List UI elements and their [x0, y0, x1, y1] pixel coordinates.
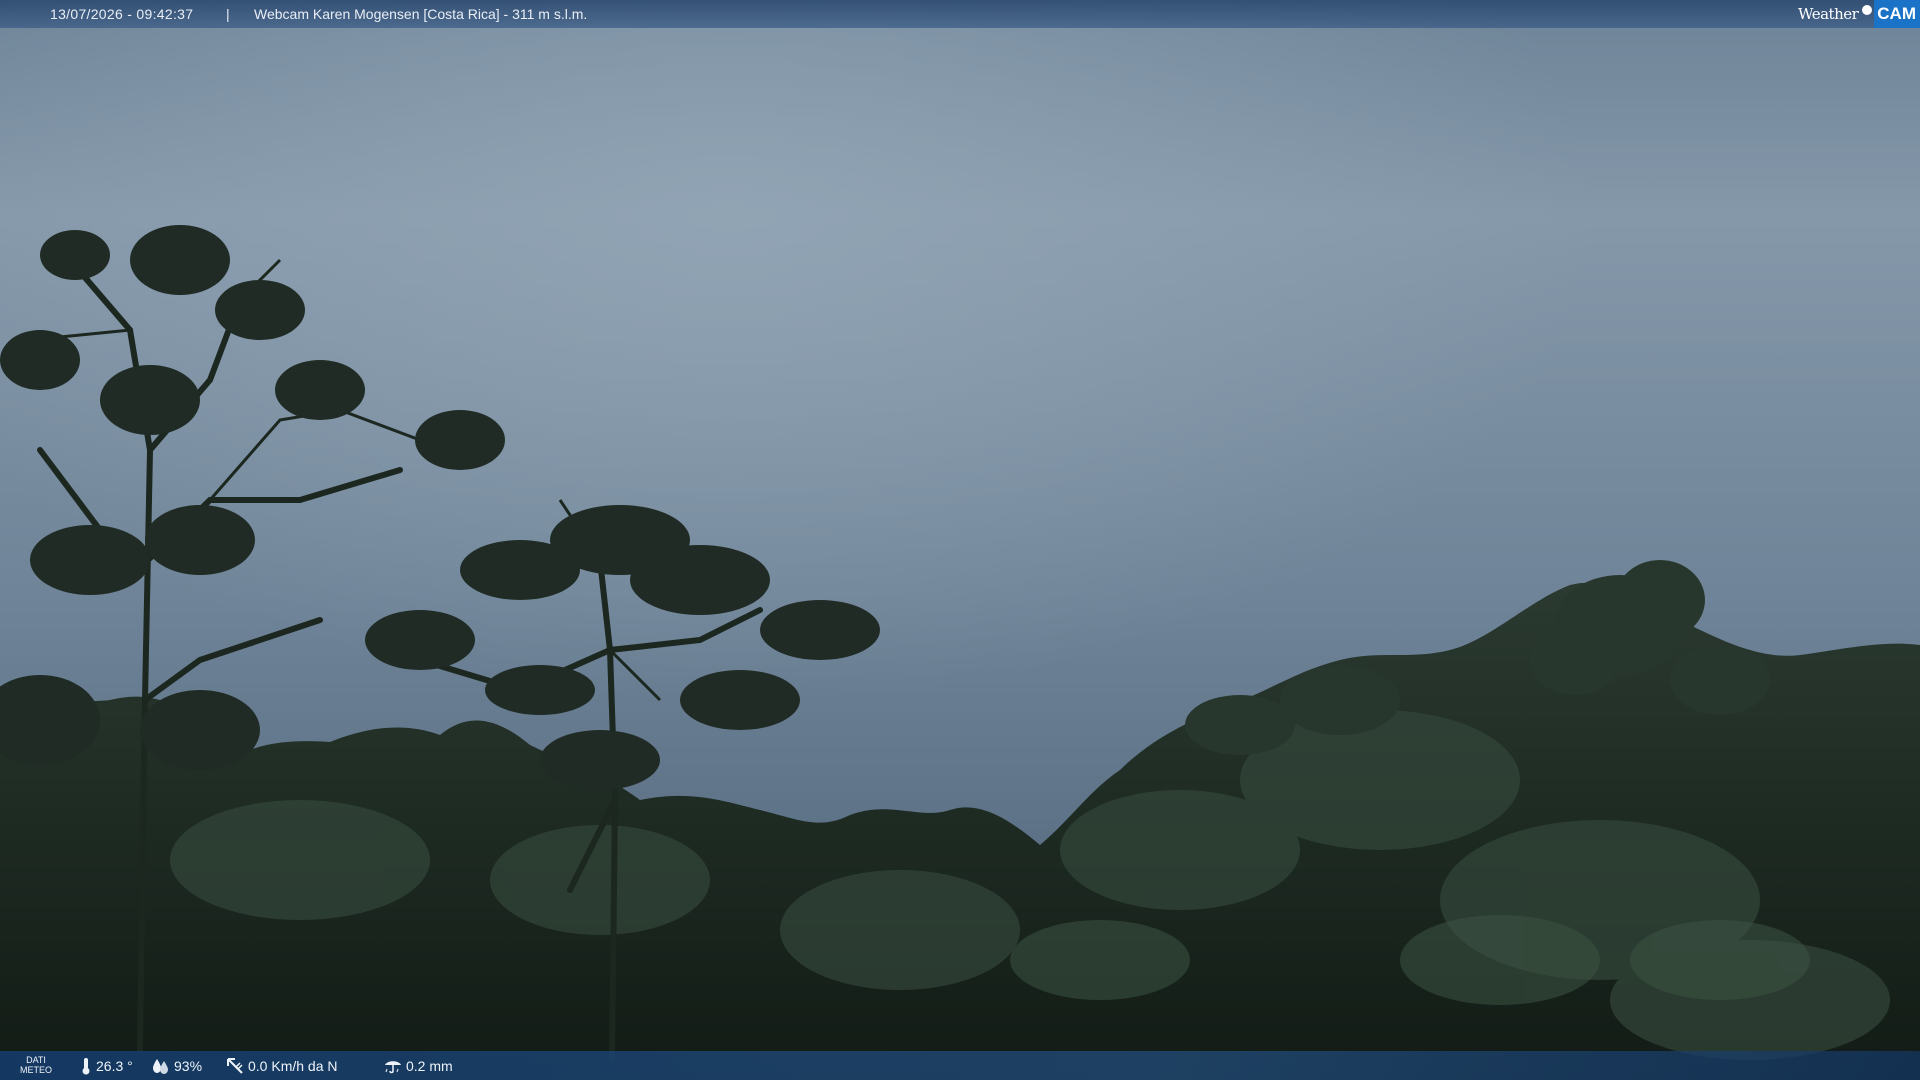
thermometer-icon [82, 1057, 90, 1074]
meteo-label: DATI METEO [20, 1055, 53, 1075]
timestamp: 13/07/2026 - 09:42:37 [50, 6, 194, 22]
rain-value: 0.2 mm [406, 1057, 453, 1074]
humidity-icon [153, 1058, 168, 1074]
temperature-value: 26.3 ° [96, 1057, 133, 1074]
rain-reading: 0.2 mm [384, 1051, 453, 1080]
logo-weather-text: Weather [1798, 5, 1859, 23]
humidity-value: 93% [174, 1057, 203, 1074]
humidity-reading: 93% [152, 1051, 202, 1080]
rain-icon [385, 1060, 401, 1073]
meteo-bar: DATI METEO 26.3 ° 93% 0.0 Km/h da N 0.2 … [0, 1051, 1920, 1080]
webcam-image [0, 0, 1920, 1080]
wind-reading: 0.0 Km/h da N [226, 1051, 338, 1080]
wind-icon [227, 1057, 243, 1074]
logo-lens-icon [1862, 5, 1873, 15]
header-separator: | [226, 6, 230, 22]
top-info-bar: 13/07/2026 - 09:42:37 | Webcam Karen Mog… [0, 0, 1920, 28]
webcam-title: Webcam Karen Mogensen [Costa Rica] - 311… [254, 6, 588, 22]
weathercam-logo[interactable]: Weather CAM [1798, 0, 1920, 28]
logo-cam-text: CAM [1874, 0, 1920, 28]
wind-value: 0.0 Km/h da N [248, 1057, 338, 1074]
temperature-reading: 26.3 ° [80, 1051, 133, 1080]
